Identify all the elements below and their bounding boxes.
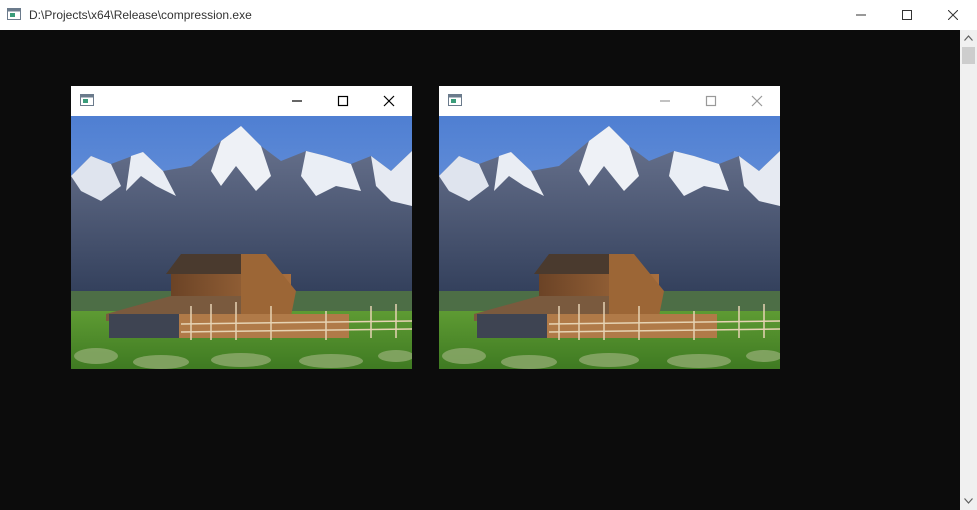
- close-button[interactable]: [930, 0, 976, 30]
- scroll-down-button[interactable]: [960, 493, 977, 510]
- image-window-original[interactable]: [71, 86, 412, 369]
- window-icon: [448, 94, 462, 106]
- minimize-icon: [292, 100, 302, 102]
- chevron-up-icon: [964, 35, 973, 41]
- barn-mountains-image: [439, 116, 780, 369]
- minimize-icon: [660, 100, 670, 102]
- chevron-down-icon: [964, 498, 973, 504]
- close-button[interactable]: [366, 86, 412, 116]
- maximize-button[interactable]: [688, 86, 734, 116]
- maximize-icon: [902, 10, 912, 20]
- window-title: D:\Projects\x64\Release\compression.exe: [29, 8, 252, 22]
- minimize-icon: [856, 14, 866, 16]
- window-title-bar[interactable]: D:\Projects\x64\Release\compression.exe: [0, 0, 977, 30]
- maximize-icon: [705, 95, 717, 107]
- vertical-scrollbar[interactable]: [960, 30, 977, 510]
- minimize-button[interactable]: [642, 86, 688, 116]
- close-icon: [383, 95, 395, 107]
- close-icon: [751, 95, 763, 107]
- maximize-button[interactable]: [884, 0, 930, 30]
- app-icon: [7, 8, 21, 20]
- maximize-icon: [337, 95, 349, 107]
- maximize-button[interactable]: [320, 86, 366, 116]
- scrollbar-thumb[interactable]: [962, 47, 975, 64]
- image-window-compressed[interactable]: [439, 86, 780, 369]
- minimize-button[interactable]: [274, 86, 320, 116]
- image-window-title-bar[interactable]: [439, 86, 780, 116]
- barn-mountains-image: [71, 116, 412, 369]
- close-button[interactable]: [734, 86, 780, 116]
- window-icon: [80, 94, 94, 106]
- scroll-up-button[interactable]: [960, 30, 977, 47]
- image-window-title-bar[interactable]: [71, 86, 412, 116]
- close-icon: [948, 10, 958, 20]
- minimize-button[interactable]: [838, 0, 884, 30]
